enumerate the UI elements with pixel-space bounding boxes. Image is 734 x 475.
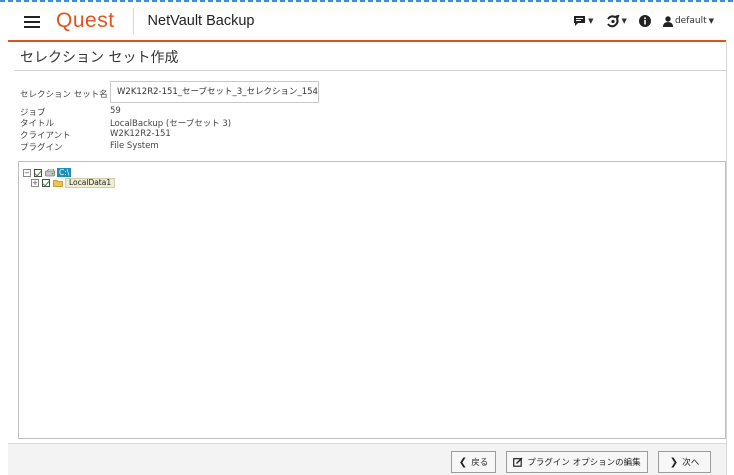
client-label: クライアント (20, 131, 71, 141)
folder-icon (53, 179, 63, 187)
tree-node-root-label[interactable]: C:\ (57, 168, 72, 177)
user-icon (662, 15, 673, 27)
selection-set-name-label: セレクション セット名 (20, 90, 108, 100)
chevron-left-icon: ❮ (458, 456, 468, 468)
job-value: 59 (110, 106, 121, 116)
messages-icon (574, 16, 586, 26)
messages-menu[interactable]: ▼ (573, 15, 594, 27)
collapse-icon[interactable]: − (23, 168, 31, 177)
quest-logo: Quest (56, 9, 115, 32)
next-button[interactable]: ❯ 次へ (658, 451, 711, 473)
header-divider (132, 8, 134, 34)
chevron-down-icon: ▼ (621, 17, 627, 25)
app-header: Quest NetVault Backup ▼ ▼ default ▼ (8, 2, 726, 42)
back-button-label: 戻る (471, 458, 489, 468)
drive-icon (45, 168, 55, 176)
info-button[interactable] (638, 15, 651, 27)
selection-set-name-input[interactable]: W2K12R2-151_セーブセット_3_セレクション_1540540 (110, 81, 319, 103)
edit-plugin-options-button[interactable]: プラグイン オプションの編集 (506, 451, 648, 473)
expand-icon[interactable]: + (31, 178, 39, 187)
tree-node-localdata1-label[interactable]: LocalData1 (65, 177, 116, 188)
content-right-border (726, 42, 727, 475)
next-button-label: 次へ (682, 458, 700, 468)
selection-tree[interactable]: − C:\ + LocalData1 (18, 161, 726, 439)
title-divider (14, 70, 726, 71)
chevron-down-icon: ▼ (588, 17, 594, 25)
chevron-right-icon: ❯ (669, 456, 679, 468)
plugin-label: プラグイン (20, 143, 63, 153)
app-title: NetVault Backup (147, 13, 255, 29)
edit-plugin-options-label: プラグイン オプションの編集 (527, 458, 641, 468)
menu-icon[interactable] (22, 12, 46, 30)
header-actions: ▼ ▼ default ▼ (573, 14, 714, 28)
node-checkbox[interactable] (42, 178, 50, 187)
tree-node-localdata1[interactable]: + LocalData1 (31, 177, 116, 188)
title-value: LocalBackup (セーブセット 3) (110, 119, 232, 129)
chevron-down-icon: ▼ (708, 17, 714, 25)
node-checkbox[interactable] (34, 168, 42, 177)
back-button[interactable]: ❮ 戻る (451, 451, 496, 473)
user-name: default (674, 16, 707, 26)
edit-icon (513, 457, 523, 467)
lifebuoy-icon (606, 14, 619, 27)
user-menu[interactable]: default ▼ (662, 15, 714, 27)
info-icon (638, 15, 651, 27)
page-title: セレクション セット作成 (20, 50, 179, 66)
help-menu[interactable]: ▼ (606, 14, 627, 28)
title-label: タイトル (20, 119, 55, 129)
client-value: W2K12R2-151 (110, 129, 171, 139)
plugin-value: File System (110, 141, 159, 151)
